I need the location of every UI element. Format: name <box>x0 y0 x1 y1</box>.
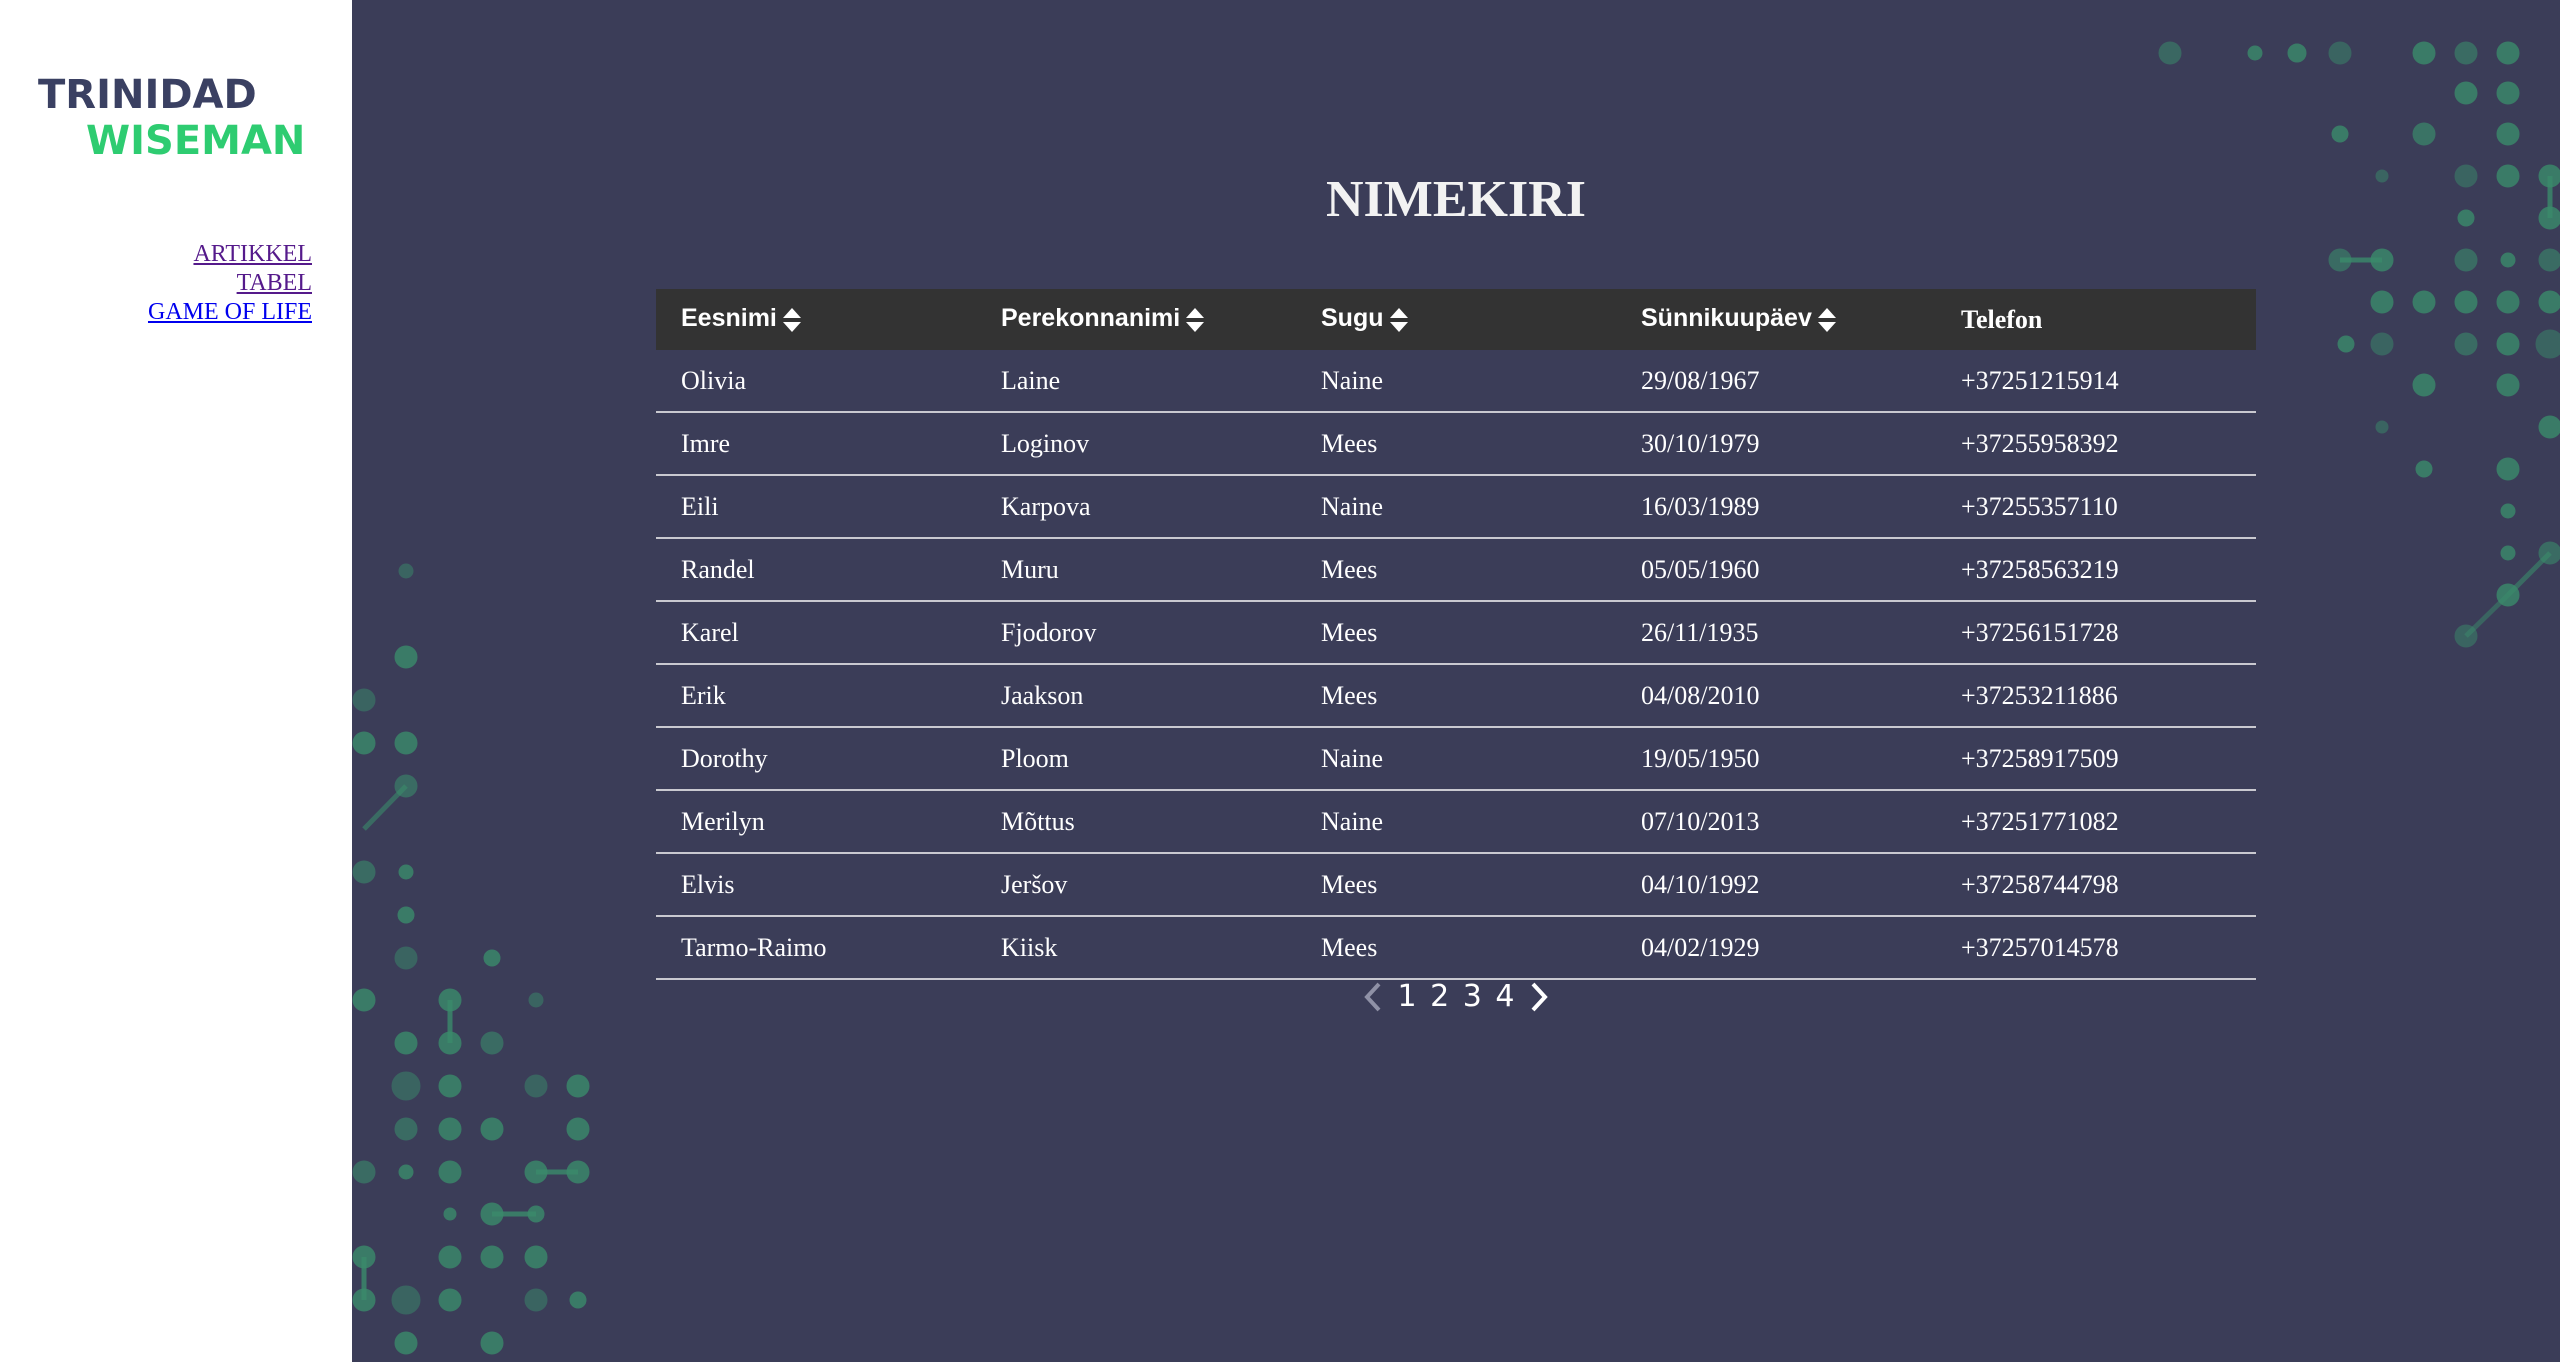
table-cell: Ploom <box>976 727 1296 791</box>
table-cell: Mõttus <box>976 790 1296 854</box>
table-cell: 07/10/2013 <box>1616 790 1936 854</box>
table-cell: Muru <box>976 538 1296 602</box>
table-cell: Jaakson <box>976 664 1296 728</box>
table-cell: Kiisk <box>976 916 1296 980</box>
page-link-4[interactable]: 4 <box>1495 975 1514 1019</box>
table-cell: +37258917509 <box>1936 727 2256 791</box>
column-header-eesnimi[interactable]: Eesnimi <box>656 289 976 350</box>
page-link-2[interactable]: 2 <box>1430 975 1449 1019</box>
table-cell: +37255357110 <box>1936 475 2256 539</box>
page-title: NIMEKIRI <box>1325 171 1587 228</box>
nav-link-game-of-life[interactable]: GAME OF LIFE <box>148 298 312 327</box>
table-row: Imre Loginov Mees 30/10/1979 +37255958392 <box>656 412 2256 476</box>
table-cell: 04/10/1992 <box>1616 853 1936 917</box>
table-row: Dorothy Ploom Naine 19/05/1950 +37258917509 <box>656 727 2256 791</box>
table-cell: Elvis <box>656 853 976 917</box>
sort-icon[interactable] <box>781 305 803 335</box>
table-row: Olivia Laine Naine 29/08/1967 +37251215914 <box>656 350 2256 413</box>
chevron-left-icon[interactable] <box>1362 975 1384 1019</box>
svg-text:TRINIDAD: TRINIDAD <box>38 72 257 118</box>
table-cell: +37255958392 <box>1936 412 2256 476</box>
people-table: Eesnimi Perekonnanimi Sugu Sünnikuupäev … <box>656 289 2256 980</box>
sidebar: TRINIDAD WISEMAN ARTIKKEL TABEL GAME OF … <box>0 0 352 1362</box>
page-link-1[interactable]: 1 <box>1397 975 1416 1019</box>
table-cell: +37251771082 <box>1936 790 2256 854</box>
table-cell: Imre <box>656 412 976 476</box>
sort-icon[interactable] <box>1184 305 1206 335</box>
table-cell: Mees <box>1296 664 1616 728</box>
pagination: 1 2 3 4 <box>352 974 2560 1019</box>
trinidad-wiseman-logo[interactable]: TRINIDAD WISEMAN <box>38 70 316 165</box>
table-cell: Erik <box>656 664 976 728</box>
table-cell: 04/08/2010 <box>1616 664 1936 728</box>
table-cell: 16/03/1989 <box>1616 475 1936 539</box>
table-row: Elvis Jeršov Mees 04/10/1992 +37258744798 <box>656 853 2256 917</box>
table-cell: Fjodorov <box>976 601 1296 665</box>
table-cell: 04/02/1929 <box>1616 916 1936 980</box>
table-cell: Mees <box>1296 916 1616 980</box>
table-cell: Jeršov <box>976 853 1296 917</box>
table-row: Karel Fjodorov Mees 26/11/1935 +37256151728 <box>656 601 2256 665</box>
table-cell: Dorothy <box>656 727 976 791</box>
nav-link-tabel[interactable]: TABEL <box>148 269 312 298</box>
table-body: Olivia Laine Naine 29/08/1967 +37251215914 Im… <box>656 350 2256 980</box>
table-cell: Naine <box>1296 350 1616 413</box>
table-cell: Karpova <box>976 475 1296 539</box>
column-header-sugu[interactable]: Sugu <box>1296 289 1616 350</box>
column-header-label: Perekonnanimi <box>1001 304 1181 333</box>
table-cell: Loginov <box>976 412 1296 476</box>
table-cell: Karel <box>656 601 976 665</box>
chevron-right-icon[interactable] <box>1528 975 1550 1019</box>
main-content: NIMEKIRI Eesnimi Perekonnanimi Sugu Sünn… <box>352 0 2560 1362</box>
table-cell: 05/05/1960 <box>1616 538 1936 602</box>
table-row: Merilyn Mõttus Naine 07/10/2013 +37251771082 <box>656 790 2256 854</box>
table-cell: Naine <box>1296 475 1616 539</box>
table-cell: Tarmo-Raimo <box>656 916 976 980</box>
svg-text:WISEMAN: WISEMAN <box>86 118 305 164</box>
sort-icon[interactable] <box>1388 305 1410 335</box>
table-header-row: Eesnimi Perekonnanimi Sugu Sünnikuupäev … <box>656 289 2256 350</box>
column-header-label: Sugu <box>1321 304 1384 333</box>
table-cell: Randel <box>656 538 976 602</box>
page-link-3[interactable]: 3 <box>1463 975 1482 1019</box>
table-cell: Mees <box>1296 601 1616 665</box>
table-cell: +37258563219 <box>1936 538 2256 602</box>
table-cell: Olivia <box>656 350 976 413</box>
table-cell: Merilyn <box>656 790 976 854</box>
table-cell: +37258744798 <box>1936 853 2256 917</box>
table-cell: Mees <box>1296 853 1616 917</box>
table-cell: Naine <box>1296 790 1616 854</box>
table-cell: +37253211886 <box>1936 664 2256 728</box>
main-nav: ARTIKKEL TABEL GAME OF LIFE <box>148 240 312 327</box>
nav-link-artikkel[interactable]: ARTIKKEL <box>148 240 312 269</box>
table-row: Tarmo-Raimo Kiisk Mees 04/02/1929 +372570145… <box>656 916 2256 980</box>
table-row: Randel Muru Mees 05/05/1960 +37258563219 <box>656 538 2256 602</box>
column-header-label: Sünnikuupäev <box>1641 304 1812 333</box>
table-cell: 29/08/1967 <box>1616 350 1936 413</box>
table-cell: Mees <box>1296 412 1616 476</box>
table-cell: Mees <box>1296 538 1616 602</box>
table-row: Erik Jaakson Mees 04/08/2010 +37253211886 <box>656 664 2256 728</box>
table-cell: 30/10/1979 <box>1616 412 1936 476</box>
column-header-label: Eesnimi <box>681 304 777 333</box>
table-row: Eili Karpova Naine 16/03/1989 +37255357110 <box>656 475 2256 539</box>
table-cell: +37251215914 <box>1936 350 2256 413</box>
table-cell: 19/05/1950 <box>1616 727 1936 791</box>
table-cell: Eili <box>656 475 976 539</box>
table-cell: Laine <box>976 350 1296 413</box>
column-header-synnikuupaev[interactable]: Sünnikuupäev <box>1616 289 1936 350</box>
column-header-telefon: Telefon <box>1936 289 2256 350</box>
table-cell: +37256151728 <box>1936 601 2256 665</box>
sort-icon[interactable] <box>1816 305 1838 335</box>
column-header-perekonnanimi[interactable]: Perekonnanimi <box>976 289 1296 350</box>
table-cell: Naine <box>1296 727 1616 791</box>
table-cell: +37257014578 <box>1936 916 2256 980</box>
table-cell: 26/11/1935 <box>1616 601 1936 665</box>
